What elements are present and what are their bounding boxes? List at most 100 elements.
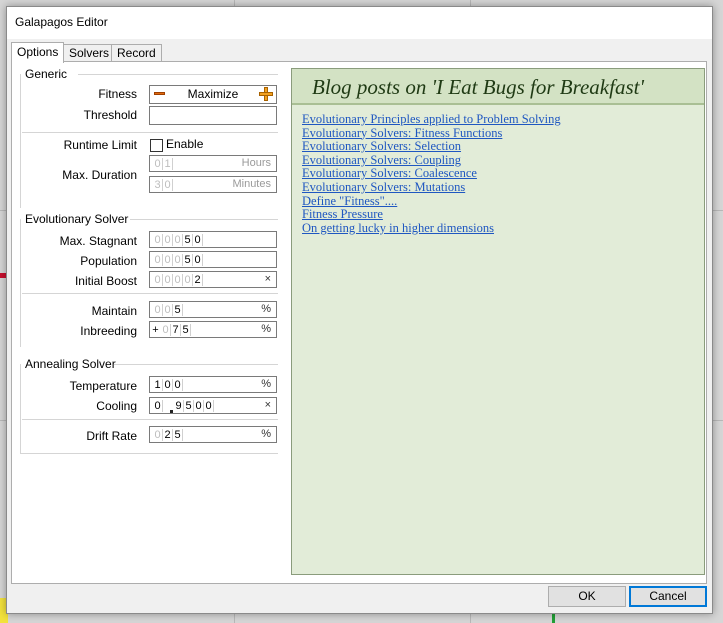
fitness-selector[interactable]: Maximize: [149, 85, 277, 104]
digit: 2: [193, 274, 203, 286]
digit: 5: [183, 254, 193, 266]
digit: 0: [153, 429, 163, 441]
temperature-label: Temperature: [69, 379, 137, 393]
cooling-field[interactable]: 0 9 5 0 0 ×: [149, 397, 277, 414]
hours-digit: 1: [163, 158, 173, 170]
sign: +: [152, 324, 159, 336]
digit: 0: [173, 379, 183, 391]
digit: 0: [173, 234, 183, 246]
digit: 0: [163, 274, 173, 286]
threshold-input[interactable]: [149, 106, 277, 125]
times-unit: ×: [264, 399, 271, 411]
digit: 0: [153, 304, 163, 316]
minutes-digit: 3: [153, 179, 163, 191]
digit: 0: [153, 274, 163, 286]
ok-button[interactable]: OK: [548, 586, 626, 607]
population-label: Population: [80, 254, 137, 268]
times-unit: ×: [264, 273, 271, 285]
inbreeding-label: Inbreeding: [80, 324, 137, 338]
temperature-field[interactable]: 1 0 0 %: [149, 376, 277, 393]
digit: 0: [163, 254, 173, 266]
minutes-field[interactable]: 3 0 Minutes: [149, 176, 277, 193]
initial-boost-field[interactable]: 0 0 0 0 2 ×: [149, 271, 277, 288]
digit: 0: [161, 324, 171, 336]
digit: 0: [153, 254, 163, 266]
digit: 0: [173, 274, 183, 286]
group-border: [130, 219, 278, 220]
digit: 0: [153, 400, 163, 412]
digit: 0: [193, 254, 203, 266]
group-border: [20, 453, 278, 454]
blog-link[interactable]: Evolutionary Solvers: Mutations: [302, 180, 561, 195]
digit: 7: [171, 324, 181, 336]
tab-options[interactable]: Options: [11, 42, 65, 63]
group-border: [20, 364, 21, 454]
tab-record[interactable]: Record: [111, 44, 162, 62]
maintain-field[interactable]: 0 0 5 %: [149, 301, 277, 318]
threshold-label: Threshold: [83, 108, 137, 122]
blog-link-list: Evolutionary Principles applied to Probl…: [302, 112, 561, 236]
digit: 1: [153, 379, 163, 391]
runtime-limit-label: Runtime Limit: [63, 138, 137, 152]
digit: 0: [204, 400, 214, 412]
runtime-enable-checkbox[interactable]: [150, 139, 163, 152]
cancel-button[interactable]: Cancel: [629, 586, 707, 607]
drift-rate-label: Drift Rate: [86, 429, 137, 443]
percent-unit: %: [261, 378, 271, 390]
fitness-mode-value: Maximize: [187, 87, 239, 101]
galapagos-editor-dialog: Galapagos Editor Options Solvers Record …: [6, 6, 713, 614]
percent-unit: %: [261, 323, 271, 335]
blog-link[interactable]: On getting lucky in higher dimensions: [302, 221, 561, 236]
blog-header: Blog posts on 'I Eat Bugs for Breakfast': [292, 69, 704, 105]
digit: 5: [181, 324, 191, 336]
digit: 0: [163, 379, 173, 391]
drift-rate-field[interactable]: 0 2 5 %: [149, 426, 277, 443]
hours-digit: 0: [153, 158, 163, 170]
evolutionary-group-title: Evolutionary Solver: [25, 212, 129, 226]
blog-link[interactable]: Define "Fitness"....: [302, 194, 561, 209]
percent-unit: %: [261, 428, 271, 440]
hours-field[interactable]: 0 1 Hours: [149, 155, 277, 172]
digit: 0: [173, 254, 183, 266]
annealing-group-title: Annealing Solver: [25, 357, 116, 371]
generic-group-title: Generic: [25, 67, 68, 81]
window-title: Galapagos Editor: [15, 15, 108, 29]
blog-title: Blog posts on 'I Eat Bugs for Breakfast': [312, 75, 644, 99]
digit: 0: [153, 234, 163, 246]
digit: 0: [183, 274, 193, 286]
max-duration-label: Max. Duration: [62, 168, 137, 182]
digit: 9: [174, 400, 184, 412]
runtime-enable-label[interactable]: Enable: [166, 137, 203, 151]
digit: 0: [163, 234, 173, 246]
hours-unit: Hours: [241, 157, 271, 169]
options-panel: Generic Fitness Maximize Threshold Runti…: [11, 61, 707, 584]
digit: 0: [194, 400, 204, 412]
digit: 0: [163, 304, 173, 316]
group-border: [20, 219, 21, 347]
percent-unit: %: [261, 303, 271, 315]
group-border: [114, 364, 278, 365]
separator: [22, 419, 278, 420]
minutes-unit: Minutes: [232, 178, 271, 190]
maximize-plus-icon[interactable]: [259, 87, 273, 101]
digit: 5: [173, 304, 183, 316]
blog-link[interactable]: Evolutionary Solvers: Coalescence: [302, 167, 561, 181]
max-stagnant-field[interactable]: 0 0 0 5 0: [149, 231, 277, 248]
decimal-point: [170, 410, 173, 413]
population-field[interactable]: 0 0 0 5 0: [149, 251, 277, 268]
blog-link[interactable]: Fitness Pressure: [302, 208, 561, 222]
maintain-label: Maintain: [91, 304, 137, 318]
group-border: [78, 74, 278, 75]
max-stagnant-label: Max. Stagnant: [59, 234, 137, 248]
blog-link[interactable]: Evolutionary Solvers: Fitness Functions: [302, 126, 561, 141]
blog-link[interactable]: Evolutionary Solvers: Selection: [302, 140, 561, 154]
inbreeding-field[interactable]: + 0 7 5 %: [149, 321, 277, 338]
title-bar[interactable]: Galapagos Editor: [7, 7, 712, 39]
separator: [22, 132, 278, 133]
digit: 0: [193, 234, 203, 246]
minutes-digit: 0: [163, 179, 173, 191]
cooling-label: Cooling: [96, 399, 137, 413]
tab-solvers[interactable]: Solvers: [63, 44, 116, 62]
blog-link[interactable]: Evolutionary Principles applied to Probl…: [302, 112, 561, 127]
blog-link[interactable]: Evolutionary Solvers: Coupling: [302, 153, 561, 168]
